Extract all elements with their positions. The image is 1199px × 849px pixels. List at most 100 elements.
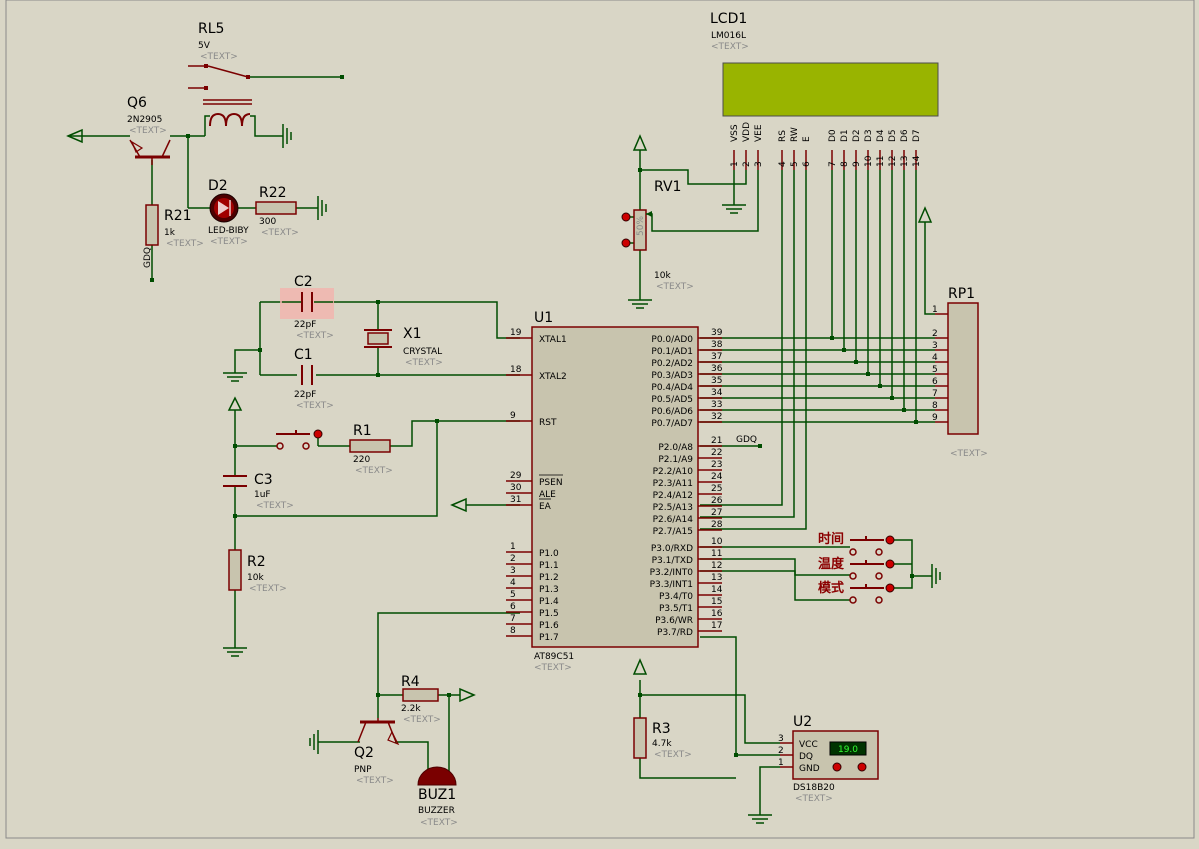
u2-pin-name: DQ	[799, 752, 813, 762]
u1-pin-number: 14	[711, 585, 723, 595]
rp1-pin-number: 3	[932, 341, 938, 351]
lcd-pin-name: D2	[852, 129, 862, 142]
u1-pin-number: 13	[711, 573, 722, 583]
lcd-pin-number: 5	[790, 161, 800, 167]
c2-text-placeholder: <TEXT>	[296, 331, 334, 341]
u1-pin-name: P2.5/A13	[653, 503, 693, 513]
u1-pin-name: P1.5	[539, 609, 559, 619]
u1-pin-name: P2.2/A10	[653, 467, 694, 477]
r1-value: 220	[353, 455, 370, 465]
lcd-pin-number: 6	[802, 161, 812, 167]
u1-pin-number: 5	[510, 590, 516, 600]
u1-pin-name: P0.6/AD6	[651, 407, 693, 417]
lcd-pin-name: D0	[828, 129, 838, 142]
rp1-pin-number: 7	[932, 389, 938, 399]
u1-pin-name: P3.6/WR	[655, 616, 693, 626]
u1-pin-name: P3.1/TXD	[652, 556, 693, 566]
r2-text-placeholder: <TEXT>	[249, 584, 287, 594]
u1-pin-number: 33	[711, 400, 722, 410]
rp1-pin-number: 9	[932, 413, 938, 423]
rv1-ref: RV1	[654, 179, 681, 195]
u1-pin-number: 17	[711, 621, 722, 631]
u1-pin-number: 18	[510, 365, 522, 375]
u1-pin-number: 36	[711, 364, 723, 374]
r1-ref: R1	[353, 423, 372, 439]
u1-pin-number: 31	[510, 495, 521, 505]
u1-pin-name: P3.5/T1	[659, 604, 693, 614]
rp1-ref: RP1	[948, 286, 975, 302]
button-time-label: 时间	[818, 531, 844, 547]
lcd-pin-number: 14	[912, 155, 922, 167]
r22-value: 300	[259, 217, 276, 227]
c2-ref: C2	[294, 274, 313, 290]
r3-text-placeholder: <TEXT>	[654, 750, 692, 760]
lcd-pin-number: 8	[840, 161, 850, 167]
u1-pin-name: XTAL1	[539, 335, 567, 345]
u1-pin-number: 23	[711, 460, 722, 470]
rp1-text-placeholder: <TEXT>	[950, 449, 988, 459]
rp1-pin-number: 5	[932, 365, 938, 375]
lcd-pin-name: D5	[888, 129, 898, 142]
u1-pin-number: 3	[510, 566, 516, 576]
u1-pin-number: 19	[510, 328, 522, 338]
u1-pin-name: P1.2	[539, 573, 559, 583]
u1-pin-name: P0.2/AD2	[651, 359, 693, 369]
u2-text-placeholder: <TEXT>	[795, 794, 833, 804]
u2-pin-number: 1	[778, 758, 784, 768]
rp1-body	[947, 302, 979, 435]
u1-pin-name: P3.7/RD	[657, 628, 693, 638]
u1-pin-name: P0.7/AD7	[651, 419, 693, 429]
u2-pin-number: 2	[778, 746, 784, 756]
r1-text-placeholder: <TEXT>	[355, 466, 393, 476]
u1-pin-number: 28	[711, 520, 723, 530]
c3-ref: C3	[254, 472, 273, 488]
u1-pin-name: P0.1/AD1	[651, 347, 693, 357]
q2-part: PNP	[354, 765, 372, 775]
r3-ref: R3	[652, 721, 671, 737]
r4-text-placeholder: <TEXT>	[403, 715, 441, 725]
u1-pin-number: 22	[711, 448, 722, 458]
u1-pin-number: 30	[510, 483, 522, 493]
c3-text-placeholder: <TEXT>	[256, 501, 294, 511]
u1-pin-name: P1.3	[539, 585, 559, 595]
u1-pin-number: 1	[510, 542, 516, 552]
q6-ref: Q6	[127, 95, 147, 111]
lcd-pin-number: 1	[730, 161, 740, 167]
u1-pin-number: 7	[510, 614, 516, 624]
u1-pin-name: P1.7	[539, 633, 559, 643]
c2-highlight	[280, 288, 334, 319]
u2-down-button[interactable]	[832, 762, 842, 772]
u1-pin-number: 8	[510, 626, 516, 636]
rv1-value: 10k	[654, 271, 671, 281]
button-temperature-label: 温度	[818, 556, 845, 572]
u1-pin-number: 27	[711, 508, 722, 518]
lcd-pin-name: D4	[876, 129, 886, 142]
r21-text-placeholder: <TEXT>	[166, 239, 204, 249]
rp1-pin-number: 4	[932, 353, 938, 363]
rv1-text-placeholder: <TEXT>	[656, 282, 694, 292]
u1-pin-name: P1.6	[539, 621, 559, 631]
u1-text-placeholder: <TEXT>	[534, 663, 572, 673]
lcd-pin-number: 12	[888, 156, 898, 167]
u1-pin-number: 9	[510, 411, 516, 421]
u1-pin-number: 16	[711, 609, 723, 619]
buz1-part: BUZZER	[418, 806, 455, 816]
u1-pin-name: RST	[539, 418, 557, 428]
lcd-pin-name: VEE	[754, 124, 764, 142]
q6-part: 2N2905	[127, 115, 162, 125]
rl5-text-placeholder: <TEXT>	[200, 52, 238, 62]
d2-part: LED-BIBY	[208, 226, 249, 236]
d2-ref: D2	[208, 178, 228, 194]
lcd-pin-number: 2	[742, 161, 752, 167]
lcd-pin-name: D1	[840, 129, 850, 142]
u1-pin-number: 2	[510, 554, 516, 564]
buz1-text-placeholder: <TEXT>	[420, 818, 458, 828]
u1-pin-name: P3.3/INT1	[650, 580, 693, 590]
gdq-net-label: GDQ	[736, 435, 757, 445]
lcd-pin-name: RW	[790, 127, 800, 142]
c3-value: 1uF	[254, 490, 271, 500]
lcd-pin-name: D6	[900, 129, 910, 142]
u2-up-button[interactable]	[857, 762, 867, 772]
u1-pin-name: P2.7/A15	[653, 527, 693, 537]
c2-value: 22pF	[294, 320, 316, 330]
